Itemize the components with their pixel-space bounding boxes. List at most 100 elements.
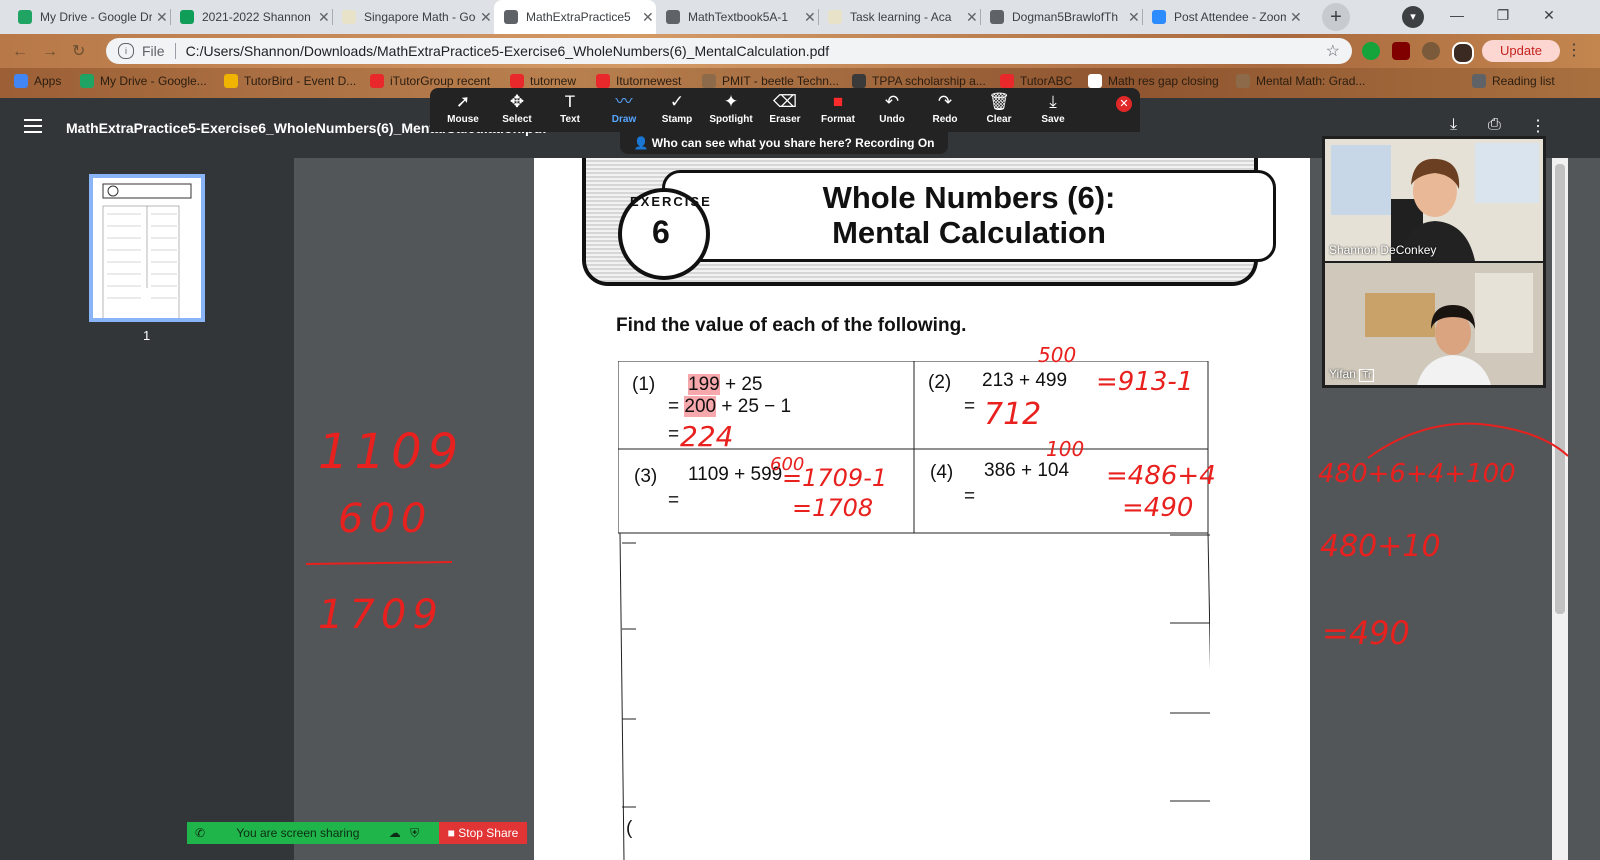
browser-menu-icon[interactable]: ⋮: [1566, 40, 1582, 60]
menu-hamburger-icon[interactable]: [24, 119, 42, 137]
tab-separator: [818, 9, 819, 25]
tab-0[interactable]: My Drive - Google Drive ✕: [8, 0, 170, 34]
print-icon[interactable]: ⎙: [1488, 116, 1501, 134]
tool-label: Select: [502, 114, 532, 125]
bookmark-10[interactable]: Mental Math: Grad...: [1236, 74, 1365, 88]
worksheet-title: Whole Numbers (6): Mental Calculation: [764, 180, 1174, 250]
tab-1[interactable]: 2021-2022 Shannon ✕: [170, 0, 332, 34]
tool-draw-button[interactable]: 〰 Draw: [599, 92, 649, 125]
bookmark-8[interactable]: TutorABC: [1000, 74, 1072, 88]
tool-format-button[interactable]: ■ Format: [813, 92, 863, 125]
instruction-text: Find the value of each of the following.: [616, 315, 967, 336]
tool-label: Text: [560, 114, 580, 125]
problem-3-expression: 1109 + 599: [688, 464, 783, 485]
tab-search-icon[interactable]: ▾: [1402, 6, 1424, 28]
bookmark-0[interactable]: Apps: [14, 74, 61, 88]
bookmark-favicon-icon: [852, 74, 866, 88]
profile-avatar[interactable]: [1452, 42, 1474, 64]
google-sheets-icon: [180, 10, 194, 24]
toolbar-close-icon[interactable]: ✕: [1116, 96, 1132, 112]
tab-title: MathTextbook5A-1: [688, 10, 789, 24]
bookmark-6[interactable]: PMIT - beetle Techn...: [702, 74, 839, 88]
bookmark-11[interactable]: Reading list: [1472, 74, 1555, 88]
tool-stamp-button[interactable]: ✓ Stamp: [652, 92, 702, 125]
problem-3-number: (3): [634, 466, 658, 487]
problem-2-expression: 213 + 499: [982, 370, 1068, 391]
tab-separator: [332, 9, 333, 25]
format-color-icon: ■: [832, 92, 844, 111]
undo-icon: ↶: [884, 92, 900, 111]
bookmark-7[interactable]: TPPA scholarship a...: [852, 74, 986, 88]
tool-select-button[interactable]: ✥ Select: [492, 92, 542, 125]
address-bar[interactable]: i File C:/Users/Shannon/Downloads/MathEx…: [106, 38, 1352, 64]
video-tile-1[interactable]: Shannon DeConkey: [1325, 139, 1543, 261]
tool-label: Spotlight: [709, 114, 753, 125]
draw-squiggle-icon: 〰: [615, 92, 633, 111]
tab-title: Post Attendee - Zoom: [1174, 10, 1286, 24]
page-thumbnail[interactable]: [89, 174, 205, 327]
minimize-button[interactable]: —: [1434, 0, 1480, 32]
title-line-1: Whole Numbers (6):: [822, 180, 1116, 215]
cursor-arrow-icon: ➚: [455, 92, 471, 111]
restore-button[interactable]: ❐: [1480, 0, 1526, 32]
tab-close-icon[interactable]: ✕: [642, 9, 654, 26]
tool-clear-button[interactable]: 🗑 Clear: [974, 92, 1024, 125]
tool-save-button[interactable]: ⤓ Save: [1028, 92, 1078, 125]
tab-5[interactable]: Task learning - Aca ✕: [818, 0, 980, 34]
tool-eraser-button[interactable]: ⌫ Eraser: [760, 92, 810, 125]
tool-undo-button[interactable]: ↶ Undo: [867, 92, 917, 125]
tab-2[interactable]: Singapore Math - Google ✕: [332, 0, 494, 34]
tab-6[interactable]: Dogman5BrawlofTh ✕: [980, 0, 1142, 34]
extension-green-icon[interactable]: [1362, 42, 1380, 60]
vertical-scrollbar[interactable]: [1552, 158, 1568, 860]
stop-share-button[interactable]: ■ Stop Share: [439, 822, 527, 844]
extensions-puzzle-icon[interactable]: [1422, 42, 1440, 60]
tab-close-icon[interactable]: ✕: [156, 9, 168, 26]
pdf-more-icon[interactable]: ⋮: [1530, 116, 1546, 136]
url-text[interactable]: C:/Users/Shannon/Downloads/MathExtraPrac…: [186, 43, 830, 59]
bookmark-3[interactable]: iTutorGroup recent: [370, 74, 490, 88]
reload-icon[interactable]: ↻: [72, 43, 99, 60]
window-close-button[interactable]: ✕: [1526, 0, 1572, 32]
problem-1-number: (1): [632, 374, 656, 395]
bookmark-2[interactable]: TutorBird - Event D...: [224, 74, 356, 88]
tab-close-icon[interactable]: ✕: [966, 9, 978, 26]
highlight-199: 199: [688, 374, 720, 395]
tool-spotlight-button[interactable]: ✦ Spotlight: [706, 92, 756, 125]
bookmark-5[interactable]: Itutornewest: [596, 74, 681, 88]
tab-3[interactable]: MathExtraPractice5 ✕: [494, 0, 656, 34]
video-tile-2[interactable]: Yifan Tr: [1325, 263, 1543, 385]
bookmark-4[interactable]: tutornew: [510, 74, 576, 88]
bookmark-9[interactable]: Math res gap closing: [1088, 74, 1219, 88]
bookmark-label: tutornew: [530, 74, 577, 88]
bookmark-label: Reading list: [1492, 74, 1555, 88]
download-icon[interactable]: ⤓: [1450, 116, 1457, 134]
forward-icon[interactable]: →: [42, 43, 72, 60]
expr-rest: + 25: [724, 374, 763, 395]
bookmark-label: TutorBird - Event D...: [244, 74, 357, 88]
bookmark-favicon-icon: [702, 74, 716, 88]
back-icon[interactable]: ←: [12, 43, 42, 60]
tab-close-icon[interactable]: ✕: [1290, 9, 1302, 26]
tab-title: Singapore Math - Google: [364, 10, 476, 24]
bookmark-1[interactable]: My Drive - Google...: [80, 74, 207, 88]
tool-mouse-button[interactable]: ➚ Mouse: [438, 92, 488, 125]
tab-7[interactable]: Post Attendee - Zoom ✕: [1142, 0, 1304, 34]
tab-close-icon[interactable]: ✕: [318, 9, 330, 26]
tool-text-button[interactable]: T Text: [545, 92, 595, 125]
bookmark-favicon-icon: [510, 74, 524, 88]
tab-close-icon[interactable]: ✕: [480, 9, 492, 26]
bookmark-star-icon[interactable]: ☆: [1326, 41, 1340, 61]
scrollbar-thumb[interactable]: [1555, 164, 1565, 614]
tab-4[interactable]: MathTextbook5A-1 ✕: [656, 0, 818, 34]
document-icon: [342, 10, 356, 24]
update-button[interactable]: Update: [1482, 40, 1560, 62]
tab-close-icon[interactable]: ✕: [804, 9, 816, 26]
tool-redo-button[interactable]: ↷ Redo: [920, 92, 970, 125]
screen-sharing-bar[interactable]: ✆ You are screen sharing ☁ ⛨: [187, 822, 439, 844]
ublock-icon[interactable]: [1392, 42, 1410, 60]
tab-close-icon[interactable]: ✕: [1128, 9, 1140, 26]
share-notice[interactable]: 👤 Who can see what you share here? Recor…: [620, 132, 948, 154]
new-tab-button[interactable]: +: [1322, 3, 1350, 31]
site-info-icon[interactable]: i: [118, 43, 134, 59]
